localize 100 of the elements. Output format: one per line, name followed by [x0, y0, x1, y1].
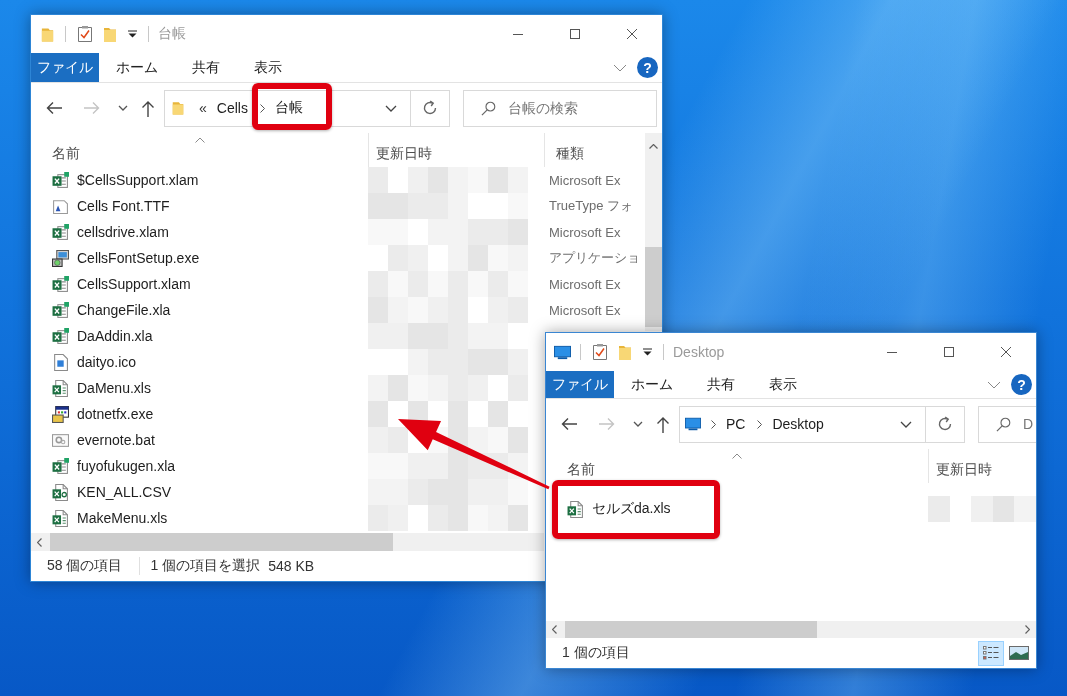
image-file-icon	[52, 353, 69, 371]
ribbon-tab[interactable]: 表示	[237, 53, 299, 82]
file-name[interactable]: CellsSupport.xlam	[77, 276, 191, 292]
search-icon	[481, 100, 496, 116]
status-text: 1 個の項目を選択	[150, 557, 261, 575]
dropdown-icon[interactable]	[128, 30, 137, 38]
file-name[interactable]: $CellsSupport.xlam	[77, 172, 199, 188]
chevron-down-icon	[633, 421, 643, 427]
breadcrumb[interactable]: PC	[724, 416, 748, 432]
scrollbar-thumb[interactable]	[565, 621, 817, 638]
spreadsheet-icon	[52, 379, 69, 397]
monitor-icon[interactable]	[685, 417, 701, 431]
landscape-picture-icon	[1009, 646, 1029, 660]
window-title: 台帳	[158, 25, 186, 43]
ribbon-tab[interactable]: ホーム	[99, 53, 175, 82]
overflow-button[interactable]: «	[197, 100, 209, 116]
spreadsheet-icon	[52, 327, 69, 345]
details-view-button[interactable]	[978, 640, 1004, 666]
details-list-icon	[983, 646, 999, 660]
spreadsheet-icon	[52, 171, 69, 189]
file-type: TrueType フォ	[549, 197, 634, 215]
spreadsheet-icon	[52, 509, 69, 527]
file-name[interactable]: DaMenu.xls	[77, 380, 151, 396]
chevron-right-icon[interactable]	[259, 103, 265, 113]
file-name[interactable]: dotnetfx.exe	[77, 406, 154, 422]
ribbon-tab[interactable]: ホーム	[614, 371, 690, 398]
file-name[interactable]: セルズda.xls	[592, 500, 671, 518]
file-name[interactable]: MakeMenu.xls	[77, 510, 168, 526]
file-name[interactable]: fuyofukugen.xla	[77, 458, 176, 474]
file-type: Microsoft Ex	[549, 276, 621, 292]
chevron-down-icon	[118, 105, 128, 111]
scrollbar-thumb[interactable]	[645, 247, 662, 327]
column-header[interactable]: 名前	[52, 143, 80, 163]
chevron-down-icon[interactable]	[385, 104, 397, 112]
file-type: Microsoft Ex	[549, 224, 621, 240]
file-tab[interactable]: ファイル	[546, 371, 614, 398]
horizontal-scrollbar[interactable]	[31, 533, 544, 551]
refresh-button[interactable]	[411, 89, 450, 127]
file-name[interactable]: evernote.bat	[77, 432, 155, 448]
file-name[interactable]: ChangeFile.xla	[77, 302, 171, 318]
ribbon-tab[interactable]: 共有	[175, 53, 237, 82]
column-header[interactable]: 更新日時	[376, 143, 432, 163]
maximize-icon	[569, 29, 580, 39]
font-file-icon	[52, 197, 69, 215]
window-title: Desktop	[673, 344, 725, 360]
chevron-right-icon[interactable]	[1025, 625, 1030, 634]
expand-ribbon-icon[interactable]	[987, 380, 1001, 389]
chevron-down-icon[interactable]	[900, 420, 912, 428]
refresh-button[interactable]	[926, 405, 965, 443]
forward-arrow-icon	[84, 101, 100, 115]
ribbon-tab[interactable]: 共有	[690, 371, 752, 398]
search-field[interactable]: 台帳の検索	[463, 89, 657, 127]
chevron-left-icon[interactable]	[552, 625, 557, 634]
refresh-icon	[937, 416, 953, 432]
installer-icon	[52, 249, 69, 267]
file-type: Microsoft Ex	[549, 302, 621, 318]
column-header[interactable]: 種類	[556, 143, 584, 163]
gear-file-icon	[52, 431, 69, 449]
expand-ribbon-icon[interactable]	[613, 63, 627, 72]
column-header[interactable]: 更新日時	[936, 459, 992, 479]
maximize-icon	[943, 347, 954, 357]
back-arrow-icon	[46, 101, 62, 115]
help-button[interactable]: ?	[1011, 374, 1032, 395]
monitor-icon[interactable]	[553, 344, 571, 360]
spreadsheet-icon	[52, 457, 69, 475]
chevron-right-icon[interactable]	[711, 419, 716, 429]
file-type: Microsoft Ex	[549, 172, 621, 188]
file-name[interactable]: Cells Font.TTF	[77, 198, 170, 214]
breadcrumb[interactable]: Cells	[214, 100, 250, 116]
file-name[interactable]: daityo.ico	[77, 354, 137, 370]
refresh-icon	[422, 100, 438, 116]
status-text: 548 KB	[268, 558, 315, 574]
file-type: アプリケーショ	[549, 249, 640, 267]
chevron-left-icon[interactable]	[37, 537, 42, 547]
search-field[interactable]: D	[978, 405, 1036, 443]
help-button[interactable]: ?	[637, 57, 658, 78]
file-name[interactable]: DaAddin.xla	[77, 328, 153, 344]
close-icon	[626, 29, 637, 39]
forward-arrow-icon	[599, 417, 615, 431]
address-bar[interactable]: PC Desktop	[679, 405, 926, 443]
ribbon-tab[interactable]: 表示	[752, 371, 814, 398]
chevron-up-icon[interactable]	[649, 144, 658, 149]
file-name[interactable]: cellsdrive.xlam	[77, 224, 169, 240]
file-name[interactable]: CellsFontSetup.exe	[77, 250, 200, 266]
file-tab[interactable]: ファイル	[31, 53, 99, 82]
breadcrumb[interactable]: 台帳	[272, 99, 305, 117]
up-arrow-icon	[656, 415, 670, 433]
properties-icon[interactable]	[593, 344, 607, 360]
breadcrumb[interactable]: Desktop	[770, 416, 826, 432]
chevron-right-icon[interactable]	[757, 419, 763, 429]
file-name[interactable]: KEN_ALL.CSV	[77, 484, 172, 500]
horizontal-scrollbar[interactable]	[546, 621, 1036, 638]
search-icon	[996, 416, 1011, 432]
status-text: 1 個の項目	[562, 644, 630, 662]
vertical-scrollbar[interactable]	[645, 133, 662, 331]
column-header[interactable]: 名前	[567, 459, 595, 479]
properties-icon[interactable]	[78, 26, 92, 42]
scrollbar-thumb[interactable]	[50, 533, 393, 551]
dropdown-icon[interactable]	[643, 348, 652, 356]
back-arrow-icon	[561, 417, 577, 431]
